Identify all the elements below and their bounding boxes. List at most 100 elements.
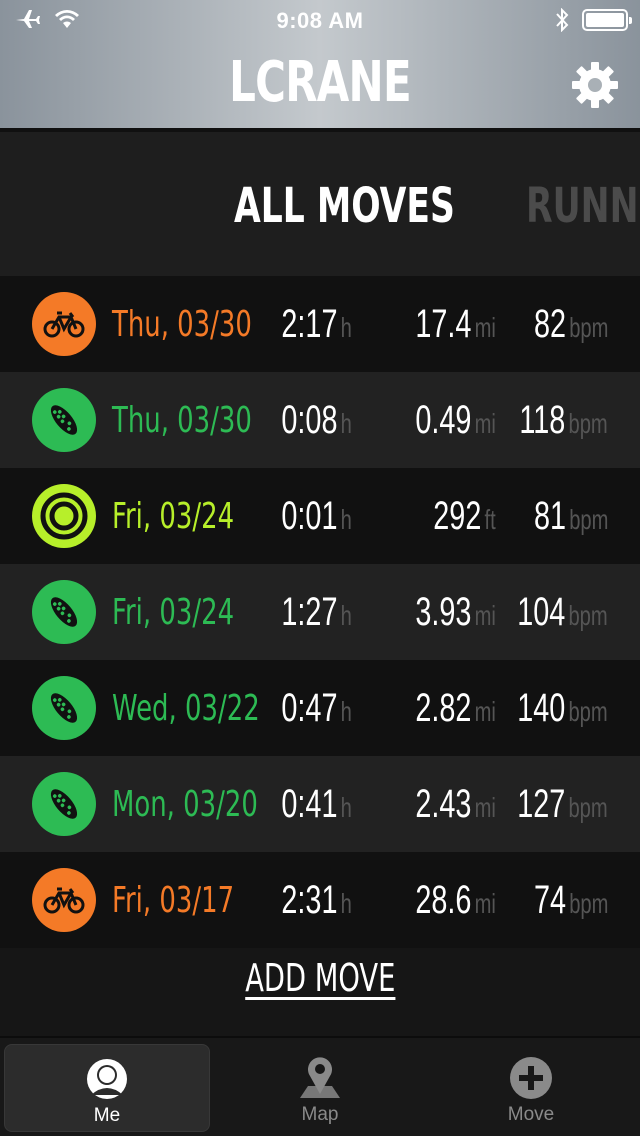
hr-value: 104 bbox=[517, 590, 566, 634]
battery-icon bbox=[582, 9, 632, 31]
duration-value: 1:27 bbox=[281, 590, 338, 634]
hr-value: 127 bbox=[517, 782, 566, 826]
nav-move-label: Move bbox=[507, 1104, 555, 1125]
bike-icon bbox=[32, 292, 96, 356]
tab-running[interactable]: RUNNIN bbox=[526, 178, 640, 234]
nav-move[interactable]: Move bbox=[428, 1044, 634, 1132]
distance-value: 2.82 bbox=[415, 686, 472, 730]
move-duration: 2:31 h bbox=[282, 878, 352, 923]
add-move-button[interactable]: ADD MOVE bbox=[245, 956, 395, 1000]
move-distance: 2.82 mi bbox=[415, 686, 496, 731]
move-date: Thu, 03/30 bbox=[112, 304, 252, 345]
hr-value: 118 bbox=[519, 398, 566, 442]
move-heart-rate: 74 bpm bbox=[534, 878, 608, 923]
distance-unit: mi bbox=[474, 696, 496, 727]
nav-map[interactable]: Map bbox=[217, 1044, 423, 1132]
person-icon bbox=[87, 1059, 127, 1099]
move-heart-rate: 104 bpm bbox=[518, 590, 608, 635]
move-row[interactable]: Thu, 03/30 0:08 h 0.49 mi 118 bpm bbox=[0, 372, 640, 468]
shoe-icon bbox=[32, 388, 96, 452]
move-date: Fri, 03/24 bbox=[112, 496, 235, 537]
bluetooth-icon bbox=[556, 8, 569, 32]
distance-value: 2.43 bbox=[415, 782, 472, 826]
move-distance: 0.49 mi bbox=[415, 398, 496, 443]
move-row[interactable]: Thu, 03/30 2:17 h 17.4 mi 82 bpm bbox=[0, 276, 640, 372]
move-row[interactable]: Fri, 03/24 1:27 h 3.93 mi 104 bpm bbox=[0, 564, 640, 660]
duration-value: 0:47 bbox=[281, 686, 338, 730]
distance-unit: mi bbox=[474, 312, 496, 343]
hr-unit: bpm bbox=[568, 600, 608, 631]
duration-value: 0:01 bbox=[281, 494, 338, 538]
move-distance: 2.43 mi bbox=[415, 782, 496, 827]
hr-unit: bpm bbox=[568, 312, 608, 343]
bike-icon bbox=[32, 868, 96, 932]
duration-value: 0:08 bbox=[281, 398, 338, 442]
move-heart-rate: 82 bpm bbox=[534, 302, 608, 347]
duration-unit: h bbox=[340, 504, 352, 535]
nav-me[interactable]: Me bbox=[4, 1044, 210, 1132]
duration-value: 0:41 bbox=[281, 782, 338, 826]
move-distance: 17.4 mi bbox=[415, 302, 496, 347]
move-heart-rate: 140 bpm bbox=[518, 686, 608, 731]
move-row[interactable]: Fri, 03/24 0:01 h 292 ft 81 bpm bbox=[0, 468, 640, 564]
move-duration: 1:27 h bbox=[282, 590, 352, 635]
distance-value: 292 bbox=[433, 494, 482, 538]
duration-unit: h bbox=[340, 792, 352, 823]
hr-value: 74 bbox=[533, 878, 566, 922]
move-date: Thu, 03/30 bbox=[112, 400, 252, 441]
distance-value: 17.4 bbox=[415, 302, 472, 346]
shoe-icon bbox=[32, 772, 96, 836]
move-heart-rate: 118 bpm bbox=[520, 398, 608, 443]
distance-unit: mi bbox=[474, 600, 496, 631]
move-date: Wed, 03/22 bbox=[112, 688, 260, 729]
move-heart-rate: 127 bpm bbox=[518, 782, 608, 827]
distance-unit: mi bbox=[474, 792, 496, 823]
nav-me-label: Me bbox=[93, 1105, 121, 1126]
duration-unit: h bbox=[340, 888, 352, 919]
move-distance: 28.6 mi bbox=[415, 878, 496, 923]
move-row[interactable]: Wed, 03/22 0:47 h 2.82 mi 140 bpm bbox=[0, 660, 640, 756]
duration-unit: h bbox=[340, 312, 352, 343]
move-row[interactable]: Mon, 03/20 0:41 h 2.43 mi 127 bpm bbox=[0, 756, 640, 852]
battery-level bbox=[586, 13, 624, 27]
bottom-nav: Me Map Move bbox=[0, 1036, 640, 1136]
tab-all-moves[interactable]: ALL MOVES bbox=[234, 178, 455, 234]
status-time: 9:08 AM bbox=[276, 8, 364, 33]
nav-map-label: Map bbox=[301, 1104, 339, 1125]
shoe-icon bbox=[32, 580, 96, 644]
duration-unit: h bbox=[340, 600, 352, 631]
move-date: Fri, 03/17 bbox=[112, 880, 235, 921]
header: 9:08 AM LCRANE bbox=[0, 0, 640, 128]
move-duration: 0:01 h bbox=[282, 494, 352, 539]
moves-list: Thu, 03/30 2:17 h 17.4 mi 82 bpm Thu, 03/30 0… bbox=[0, 276, 640, 948]
distance-value: 3.93 bbox=[415, 590, 472, 634]
distance-unit: ft bbox=[484, 504, 496, 535]
hr-unit: bpm bbox=[568, 888, 608, 919]
status-right bbox=[554, 8, 632, 32]
distance-unit: mi bbox=[474, 408, 496, 439]
hr-value: 82 bbox=[533, 302, 566, 346]
status-bar: 9:08 AM bbox=[0, 0, 640, 40]
hr-value: 81 bbox=[533, 494, 566, 538]
duration-value: 2:31 bbox=[281, 878, 338, 922]
move-distance: 3.93 mi bbox=[415, 590, 496, 635]
distance-value: 0.49 bbox=[415, 398, 472, 442]
gear-icon[interactable] bbox=[570, 60, 620, 110]
hr-unit: bpm bbox=[568, 792, 608, 823]
distance-value: 28.6 bbox=[415, 878, 472, 922]
map-pin-icon bbox=[300, 1057, 340, 1098]
duration-value: 2:17 bbox=[281, 302, 338, 346]
add-move-container: ADD MOVE bbox=[0, 956, 640, 1000]
hr-unit: bpm bbox=[568, 696, 608, 727]
distance-unit: mi bbox=[474, 888, 496, 919]
move-distance: 292 ft bbox=[434, 494, 496, 539]
move-duration: 0:08 h bbox=[282, 398, 352, 443]
move-duration: 0:41 h bbox=[282, 782, 352, 827]
hr-unit: bpm bbox=[568, 504, 608, 535]
shoe-icon bbox=[32, 676, 96, 740]
move-duration: 0:47 h bbox=[282, 686, 352, 731]
page-title: LCRANE bbox=[229, 50, 412, 115]
hr-value: 140 bbox=[517, 686, 566, 730]
move-row[interactable]: Fri, 03/17 2:31 h 28.6 mi 74 bpm bbox=[0, 852, 640, 948]
move-heart-rate: 81 bpm bbox=[534, 494, 608, 539]
